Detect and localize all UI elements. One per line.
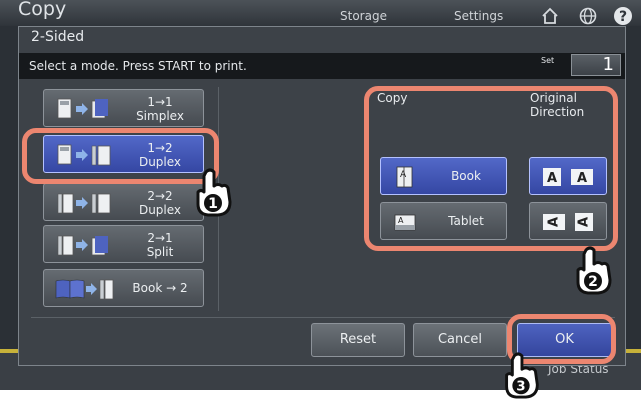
app-title: Copy [18, 0, 67, 20]
mode-split-button[interactable]: 2→1 Split [43, 225, 204, 263]
step-2-hand-icon: 2 [576, 246, 612, 295]
message-bar: Select a mode. Press START to print. Set… [19, 53, 625, 79]
mode-duplex-2-2-label: 2→2 Duplex [138, 189, 182, 217]
callout-duplex-highlight [22, 128, 219, 184]
mode-book-label: Book → 2 [132, 281, 188, 295]
copy-count-field[interactable]: 1 [571, 54, 621, 76]
set-label: Set [541, 56, 555, 65]
split-icon [57, 235, 108, 256]
reset-button[interactable]: Reset [311, 323, 405, 357]
mode-split-label: 2→1 Split [146, 231, 174, 259]
mode-simplex-label: 1→1 Simplex [136, 95, 184, 123]
step-3-number: 3 [516, 379, 525, 394]
mode-book-button[interactable]: Book → 2 [43, 269, 204, 307]
mode-simplex-button[interactable]: 1→1 Simplex [43, 89, 204, 127]
simplex-icon [57, 98, 108, 119]
mode-duplex-2-2-button[interactable]: 2→2 Duplex [43, 183, 204, 221]
message-text: Select a mode. Press START to print. [29, 59, 247, 73]
status-indicator [0, 349, 18, 353]
help-icon[interactable]: ? [613, 6, 633, 26]
callout-copy-options-highlight [364, 86, 618, 251]
tab-storage[interactable]: Storage [340, 9, 387, 23]
cancel-button[interactable]: Cancel [413, 323, 507, 357]
step-2-number: 2 [588, 274, 598, 290]
book-icon [55, 279, 114, 300]
tab-settings[interactable]: Settings [454, 9, 503, 23]
dialog-title: 2-Sided [31, 29, 85, 45]
step-1-hand-icon: 1 [196, 168, 232, 217]
step-3-hand-icon: 3 [505, 352, 539, 399]
home-icon[interactable] [540, 6, 560, 26]
globe-icon[interactable] [578, 6, 598, 26]
step-1-number: 1 [208, 196, 218, 212]
svg-text:?: ? [619, 9, 627, 25]
duplex-2-2-icon [57, 193, 111, 214]
status-indicator [626, 349, 641, 353]
app-top-bar: Copy Storage Settings ? [0, 0, 641, 26]
